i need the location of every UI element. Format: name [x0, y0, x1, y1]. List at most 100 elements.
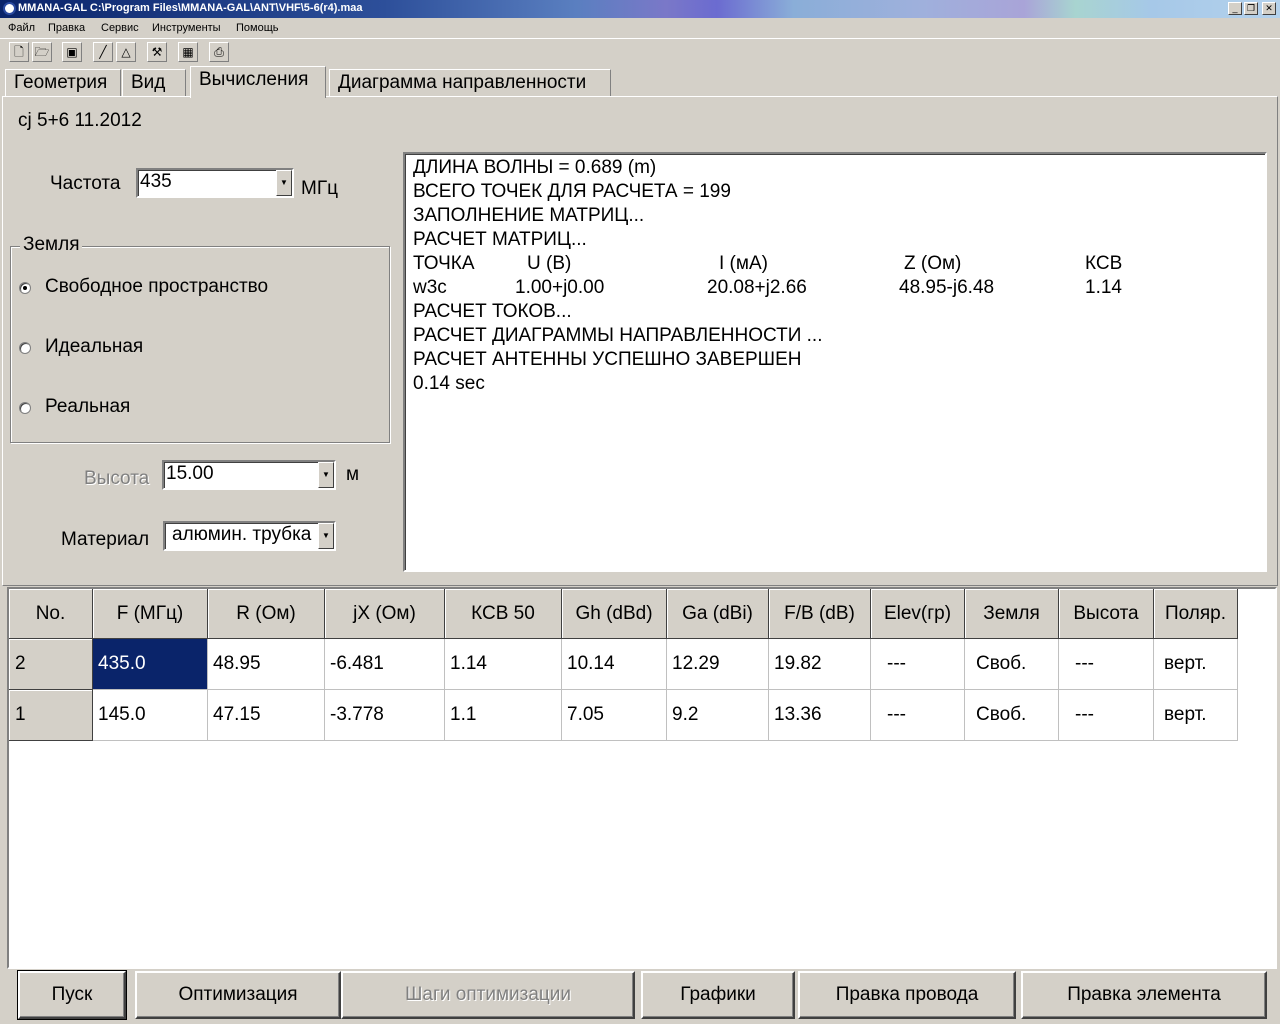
material-combo[interactable]: алюмин. трубка ▼: [163, 521, 336, 551]
restore-button[interactable]: ❐: [1244, 2, 1258, 15]
menu-tools[interactable]: Инструменты: [152, 22, 221, 34]
column-header-height[interactable]: Высота: [1059, 589, 1154, 639]
edit-element-button[interactable]: Правка элемента: [1021, 971, 1267, 1019]
log-header-current: I (мА): [719, 253, 768, 274]
log-row-swr: 1.14: [1085, 277, 1122, 298]
print-icon[interactable]: ⎙: [209, 42, 229, 62]
calculator-icon[interactable]: ▦: [178, 42, 198, 62]
table-cell-resistance[interactable]: 47.15: [208, 690, 325, 741]
column-header-polarization[interactable]: Поляр.: [1154, 589, 1238, 639]
frequency-unit: МГц: [301, 178, 338, 199]
ground-ideal-label[interactable]: Идеальная: [45, 336, 143, 358]
ground-real-radio[interactable]: [19, 402, 31, 414]
column-header-resistance[interactable]: R (Ом): [208, 589, 325, 639]
optimization-steps-button: Шаги оптимизации: [341, 971, 635, 1019]
log-row-point: w3c: [413, 277, 447, 298]
column-header-no[interactable]: No.: [9, 589, 93, 639]
chevron-down-icon[interactable]: ▼: [318, 523, 334, 549]
frequency-combo[interactable]: 435 ▼: [136, 168, 294, 198]
table-cell-ga[interactable]: 9.2: [667, 690, 769, 741]
save-icon[interactable]: ▣: [62, 42, 82, 62]
table-cell-reactance[interactable]: -6.481: [325, 639, 445, 690]
table-cell-fb[interactable]: 13.36: [769, 690, 871, 741]
column-header-gh[interactable]: Gh (dBd): [562, 589, 667, 639]
column-header-ga[interactable]: Ga (dBi): [667, 589, 769, 639]
table-cell-gh[interactable]: 7.05: [562, 690, 667, 741]
window-title: MMANA-GAL C:\Program Files\MMANA-GAL\ANT…: [18, 2, 363, 14]
log-header-impedance: Z (Ом): [904, 253, 962, 274]
table-cell-elev[interactable]: ---: [871, 690, 965, 741]
table-cell-height[interactable]: ---: [1059, 690, 1154, 741]
table-cell-ga[interactable]: 12.29: [667, 639, 769, 690]
frequency-label: Частота: [50, 173, 121, 194]
ground-ideal-radio[interactable]: [19, 342, 31, 354]
ground-real-label[interactable]: Реальная: [45, 396, 130, 418]
log-row-impedance: 48.95-j6.48: [899, 277, 995, 298]
column-header-reactance[interactable]: jX (Ом): [325, 589, 445, 639]
table-cell-elev[interactable]: ---: [871, 639, 965, 690]
tab-geometry[interactable]: Геометрия: [5, 69, 121, 97]
table-cell-gh[interactable]: 10.14: [562, 639, 667, 690]
log-line: РАСЧЕТ АНТЕННЫ УСПЕШНО ЗАВЕРШЕН: [413, 349, 802, 370]
tab-radiation-pattern[interactable]: Диаграмма направленности: [329, 69, 611, 97]
tab-view[interactable]: Вид: [122, 69, 186, 97]
tab-calculation[interactable]: Вычисления: [190, 66, 326, 98]
table-cell-frequency[interactable]: 145.0: [93, 690, 208, 741]
log-line: ЗАПОЛНЕНИЕ МАТРИЦ...: [413, 205, 645, 226]
table-cell-resistance[interactable]: 48.95: [208, 639, 325, 690]
start-button[interactable]: Пуск: [17, 970, 127, 1020]
results-grid[interactable]: No. F (МГц) R (Ом) jX (Ом) КСВ 50 Gh (dB…: [7, 587, 1277, 969]
chevron-down-icon[interactable]: ▼: [276, 170, 292, 196]
ground-group-title: Земля: [20, 234, 83, 256]
table-cell-polarization[interactable]: верт.: [1154, 639, 1238, 690]
height-unit: м: [346, 464, 360, 485]
table-cell-fb[interactable]: 19.82: [769, 639, 871, 690]
table-cell-swr50[interactable]: 1.1: [445, 690, 562, 741]
edit-wire-button[interactable]: Правка провода: [798, 971, 1016, 1019]
chevron-down-icon[interactable]: ▼: [318, 462, 334, 488]
tools-icon[interactable]: ⚒: [147, 42, 167, 62]
table-cell-swr50[interactable]: 1.14: [445, 639, 562, 690]
height-value: 15.00: [166, 463, 214, 484]
material-label: Материал: [61, 529, 150, 550]
column-header-elev[interactable]: Elev(гр): [871, 589, 965, 639]
ground-free-space-radio[interactable]: [19, 282, 31, 294]
open-folder-icon[interactable]: 🗁: [32, 42, 52, 62]
row-number[interactable]: 2: [9, 639, 93, 690]
log-line: ДЛИНА ВОЛНЫ = 0.689 (m): [413, 157, 657, 178]
column-header-ground[interactable]: Земля: [965, 589, 1059, 639]
graphs-button[interactable]: Графики: [641, 971, 795, 1019]
optimize-button[interactable]: Оптимизация: [135, 971, 341, 1019]
toolbar: 🗋 🗁 ▣ ╱ △ ⚒ ▦ ⎙: [0, 38, 1280, 64]
ground-free-space-label[interactable]: Свободное пространство: [45, 276, 268, 298]
title-bar: MMANA-GAL C:\Program Files\MMANA-GAL\ANT…: [0, 0, 1280, 18]
height-label: Высота: [84, 468, 150, 489]
log-header-swr: КСВ: [1085, 253, 1123, 274]
column-header-frequency[interactable]: F (МГц): [93, 589, 208, 639]
column-header-swr50[interactable]: КСВ 50: [445, 589, 562, 639]
menu-help[interactable]: Помощь: [236, 22, 279, 34]
log-line: РАСЧЕТ ДИАГРАММЫ НАПРАВЛЕННОСТИ ...: [413, 325, 823, 346]
height-combo[interactable]: 15.00 ▼: [162, 460, 336, 490]
log-header-point: ТОЧКА: [413, 253, 475, 274]
wire-icon[interactable]: ╱: [93, 42, 113, 62]
table-cell-ground[interactable]: Своб.: [965, 690, 1059, 741]
minimize-button[interactable]: _: [1228, 2, 1242, 15]
antenna-name: cj 5+6 11.2012: [18, 110, 142, 131]
table-cell-frequency[interactable]: 435.0: [93, 639, 208, 690]
table-cell-height[interactable]: ---: [1059, 639, 1154, 690]
menu-file[interactable]: Файл: [8, 22, 35, 34]
log-line: РАСЧЕТ МАТРИЦ...: [413, 229, 587, 250]
column-header-fb[interactable]: F/B (dB): [769, 589, 871, 639]
table-cell-ground[interactable]: Своб.: [965, 639, 1059, 690]
table-cell-polarization[interactable]: верт.: [1154, 690, 1238, 741]
new-file-icon[interactable]: 🗋: [9, 42, 29, 62]
app-icon: [3, 2, 16, 15]
close-button[interactable]: ✕: [1262, 2, 1276, 15]
calculation-log[interactable]: ДЛИНА ВОЛНЫ = 0.689 (m) ВСЕГО ТОЧЕК ДЛЯ …: [403, 152, 1267, 572]
menu-edit[interactable]: Правка: [48, 22, 85, 34]
menu-service[interactable]: Сервис: [101, 22, 139, 34]
triangle-icon[interactable]: △: [116, 42, 136, 62]
row-number[interactable]: 1: [9, 690, 93, 741]
table-cell-reactance[interactable]: -3.778: [325, 690, 445, 741]
